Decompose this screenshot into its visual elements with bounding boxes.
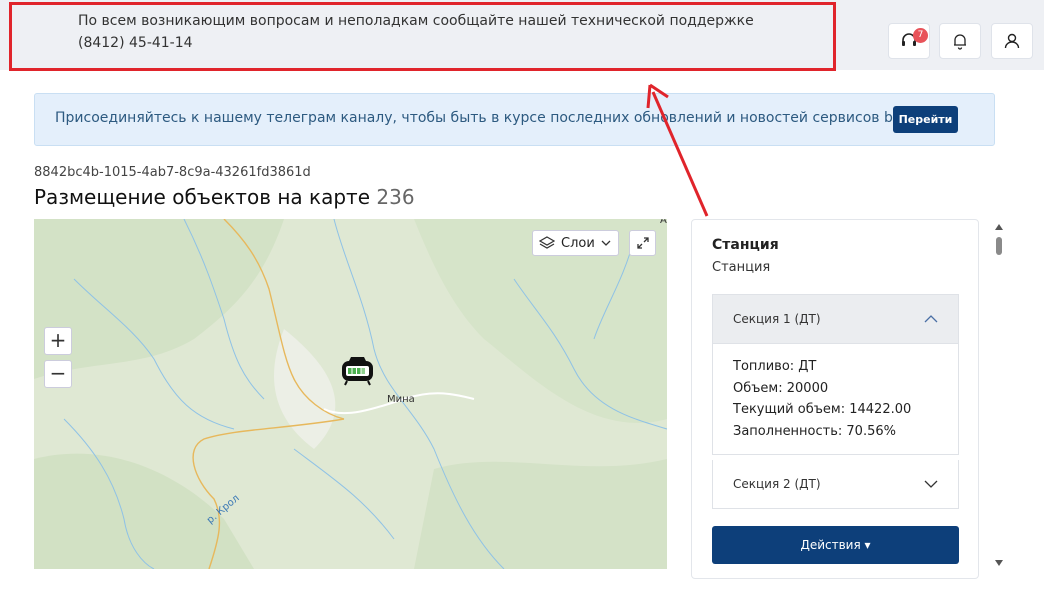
chevron-down-icon [924,480,938,488]
bell-icon [954,34,966,50]
zoom-out-button[interactable]: − [44,360,72,388]
place-label: Мина [387,394,415,405]
station-title: Станция [712,237,779,253]
telegram-go-button[interactable]: Перейти [893,106,958,133]
support-badge: 7 [913,28,928,43]
layers-icon [539,236,555,249]
actions-button[interactable]: Действия ▾ [712,526,959,564]
fill-level: Заполненность: 70.56% [733,423,896,439]
section-2-label: Секция 2 (ДТ) [733,477,821,491]
station-panel: Станция Станция Секция 1 (ДТ) Топливо: Д… [691,219,979,579]
current-volume: Текущий объем: 14422.00 [733,402,912,417]
fuel-type: Топливо: ДТ [733,359,817,374]
zoom-in-button[interactable]: + [44,327,72,355]
chevron-down-icon [601,240,611,246]
profile-button[interactable] [991,23,1033,59]
object-count: 236 [376,185,415,209]
user-icon [1004,33,1020,49]
section-1-label: Секция 1 (ДТ) [733,312,821,326]
chevron-up-icon [924,315,938,323]
section-1: Секция 1 (ДТ) Топливо: ДТ Объем: 20000 Т… [712,294,959,455]
section-1-header[interactable]: Секция 1 (ДТ) [713,295,958,343]
section-2-header[interactable]: Секция 2 (ДТ) [713,460,958,508]
section-1-details: Топливо: ДТ Объем: 20000 Текущий объем: … [713,343,958,454]
fullscreen-button[interactable] [629,230,656,256]
page-title-text: Размещение объектов на карте [34,185,371,209]
telegram-banner-text: Присоединяйтесь к нашему телеграм каналу… [55,110,954,126]
fuel-station-marker[interactable] [339,355,376,387]
page-title: Размещение объектов на карте 236 [34,185,415,209]
layers-label: Слои [561,235,595,251]
annotation-arrow [646,83,709,217]
map-terrain [34,219,667,569]
tank-volume: Объем: 20000 [733,380,829,396]
annotation-highlight-box [9,2,836,71]
panel-scrollbar[interactable] [993,220,1005,570]
map-view[interactable]: + − Слои Мина р. Крол А [34,219,667,569]
expand-icon [636,237,649,249]
station-subtitle: Станция [712,260,771,275]
layers-button[interactable]: Слои [532,230,619,256]
fuel-tank-icon [342,357,373,386]
telegram-banner: Присоединяйтесь к нашему телеграм каналу… [34,93,995,146]
scrollbar-graphic [995,224,1003,566]
notifications-button[interactable] [939,23,981,59]
object-id: 8842bc4b-1015-4ab7-8c9a-43261fd3861d [34,165,311,180]
section-2: Секция 2 (ДТ) [712,460,959,509]
support-button[interactable]: 7 [888,23,930,59]
